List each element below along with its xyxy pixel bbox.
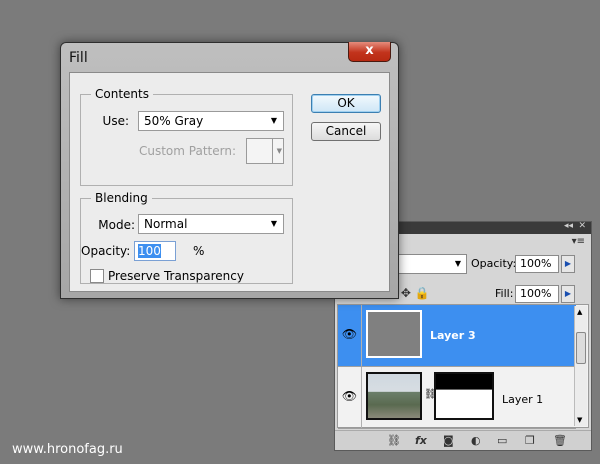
link-layers-icon[interactable]: ⛓: [387, 434, 401, 447]
layer-thumbnail: [366, 372, 422, 420]
opacity-label: Opacity:: [81, 244, 131, 258]
custom-pattern-label: Custom Pattern:: [138, 144, 236, 158]
ok-button[interactable]: OK: [311, 94, 381, 113]
chevron-down-icon: ▼: [276, 147, 282, 155]
layer-row[interactable]: 👁 ⛓ Layer 1: [338, 367, 576, 429]
watermark: www.hronofag.ru: [12, 442, 123, 457]
opacity-stepper-icon[interactable]: ▶: [561, 255, 575, 273]
layer-name: Layer 1: [502, 393, 544, 406]
contents-group: Contents Use: 50% Gray ▼ Custom Pattern:…: [80, 87, 293, 186]
add-mask-icon[interactable]: ◙: [443, 434, 454, 447]
use-label: Use:: [102, 114, 129, 128]
new-group-icon[interactable]: ▭: [497, 434, 507, 447]
new-layer-icon[interactable]: ❐: [525, 434, 535, 447]
panel-menu-icon[interactable]: ▾≡: [572, 236, 585, 247]
opacity-value: 100: [138, 244, 161, 258]
use-select-value: 50% Gray: [144, 114, 204, 128]
layers-toolbar: ⛓ fx ◙ ◐ ▭ ❐ 🗑: [335, 430, 591, 450]
cancel-button[interactable]: Cancel: [311, 122, 381, 141]
chevron-down-icon: ▼: [270, 219, 277, 228]
scroll-up-icon[interactable]: ▲: [577, 308, 582, 316]
opacity-unit: %: [193, 244, 205, 258]
delete-layer-icon[interactable]: 🗑: [553, 434, 567, 447]
dialog-body: Contents Use: 50% Gray ▼ Custom Pattern:…: [69, 72, 390, 292]
scroll-down-icon[interactable]: ▼: [577, 416, 582, 424]
layers-opacity-label: Opacity:: [471, 257, 517, 270]
opacity-input[interactable]: 100: [134, 241, 176, 261]
close-icon[interactable]: ✕: [578, 221, 586, 231]
chevron-down-icon: ▼: [270, 116, 277, 125]
blending-legend: Blending: [91, 191, 152, 205]
mode-label: Mode:: [98, 218, 135, 232]
blend-mode-select[interactable]: ▼: [387, 254, 467, 274]
layers-list: 👁 Layer 3 👁 ⛓ Layer 1 ▲ ▼: [337, 304, 589, 429]
layer-name: Layer 3: [430, 329, 476, 342]
preserve-transparency-label: Preserve Transparency: [108, 269, 244, 283]
blending-group: Blending Mode: Normal ▼ Opacity: 100 % P…: [80, 191, 293, 284]
fill-dialog: Fill x Contents Use: 50% Gray ▼ Custom P…: [60, 42, 399, 299]
fx-icon[interactable]: fx: [415, 434, 427, 447]
chevron-down-icon: ▼: [454, 259, 461, 268]
fill-stepper-icon[interactable]: ▶: [561, 285, 575, 303]
eye-icon[interactable]: 👁: [338, 367, 362, 428]
layers-scrollbar[interactable]: ▲ ▼: [574, 306, 587, 426]
layers-fill-input[interactable]: 100%: [515, 285, 559, 303]
layer-mask-thumbnail[interactable]: [434, 372, 494, 420]
collapse-icon[interactable]: ◂◂: [564, 221, 573, 231]
layers-fill-label: Fill:: [495, 287, 514, 300]
close-icon: x: [365, 43, 374, 58]
contents-legend: Contents: [91, 87, 153, 101]
preserve-transparency-checkbox[interactable]: [90, 269, 104, 283]
mode-select-value: Normal: [144, 217, 188, 231]
dialog-title: Fill: [69, 50, 88, 66]
scroll-thumb[interactable]: [576, 332, 586, 364]
eye-icon[interactable]: 👁: [338, 305, 362, 366]
custom-pattern-picker: ▼: [246, 138, 284, 164]
close-button[interactable]: x: [348, 42, 391, 62]
use-select[interactable]: 50% Gray ▼: [138, 111, 284, 131]
adjustment-layer-icon[interactable]: ◐: [471, 434, 481, 447]
mode-select[interactable]: Normal ▼: [138, 214, 284, 234]
layer-row[interactable]: 👁 Layer 3: [338, 305, 576, 367]
layer-thumbnail: [366, 310, 422, 358]
layers-opacity-input[interactable]: 100%: [515, 255, 559, 273]
